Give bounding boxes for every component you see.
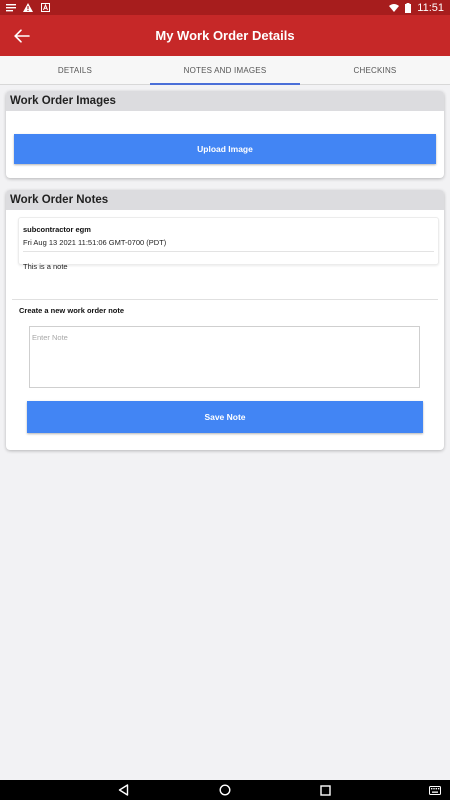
- recents-square-icon[interactable]: [318, 783, 332, 797]
- battery-icon: [403, 2, 413, 13]
- page-title: My Work Order Details: [155, 28, 295, 43]
- status-bar: 11:51: [0, 0, 450, 15]
- wifi-icon: [389, 3, 400, 13]
- tab-details[interactable]: DETAILS: [0, 56, 150, 84]
- upload-image-button[interactable]: Upload Image: [14, 134, 436, 164]
- notes-section-title: Work Order Notes: [6, 190, 444, 210]
- note-input[interactable]: [29, 326, 420, 388]
- work-order-images-card: Work Order Images Upload Image: [6, 91, 444, 178]
- note-author: subcontractor egm: [23, 225, 91, 234]
- section-divider: [12, 299, 438, 300]
- keyboard-icon[interactable]: [428, 783, 442, 797]
- app-a-icon: [40, 3, 50, 13]
- status-left-icons: [6, 3, 50, 13]
- note-divider: [23, 251, 434, 252]
- note-body: This is a note: [23, 262, 68, 271]
- note-date: Fri Aug 13 2021 11:51:06 GMT-0700 (PDT): [23, 238, 167, 247]
- tab-bar: DETAILS NOTES AND IMAGES CHECKINS: [0, 56, 450, 85]
- create-note-label: Create a new work order note: [19, 306, 125, 315]
- back-triangle-icon[interactable]: [116, 783, 130, 797]
- warning-icon: [23, 3, 33, 13]
- back-button[interactable]: [0, 15, 44, 56]
- app-bar: My Work Order Details: [0, 15, 450, 56]
- arrow-left-icon: [14, 28, 30, 43]
- images-section-title: Work Order Images: [6, 91, 444, 111]
- save-note-button[interactable]: Save Note: [27, 401, 423, 433]
- note-item: subcontractor egm Fri Aug 13 2021 11:51:…: [18, 217, 439, 271]
- status-time: 11:51: [417, 1, 444, 14]
- home-circle-icon[interactable]: [218, 783, 232, 797]
- tab-checkins[interactable]: CHECKINS: [300, 56, 450, 84]
- work-order-notes-card: Work Order Notes subcontractor egm Fri A…: [6, 190, 444, 450]
- system-nav-bar: [0, 780, 450, 800]
- status-right: 11:51: [389, 2, 444, 14]
- tab-notes-and-images[interactable]: NOTES AND IMAGES: [150, 56, 300, 85]
- notification-icon: [6, 3, 16, 13]
